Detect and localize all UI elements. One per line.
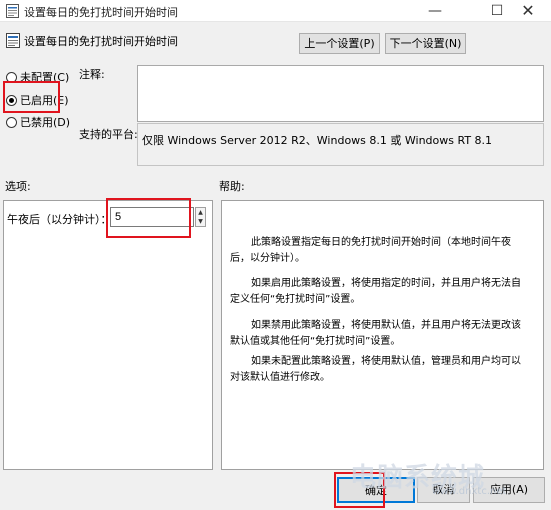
- spinner[interactable]: ▲ ▼: [195, 207, 206, 227]
- policy-setting-icon: [6, 33, 20, 48]
- highlight-enabled-box: [3, 81, 60, 113]
- help-paragraph: 此策略设置指定每日的免打扰时间开始时间（本地时间午夜后，以分钟计）。: [230, 237, 511, 264]
- close-button[interactable]: ✕: [505, 0, 551, 22]
- policy-icon: [6, 4, 19, 18]
- setting-title: 设置每日的免打扰时间开始时间: [24, 35, 178, 48]
- options-label: 选项:: [5, 180, 31, 193]
- previous-setting-button[interactable]: 上一个设置(P): [299, 33, 380, 54]
- title-bar: 设置每日的免打扰时间开始时间 — ☐ ✕: [0, 0, 551, 22]
- comment-textarea[interactable]: [137, 65, 544, 122]
- radio-label: 已禁用(D): [20, 116, 71, 129]
- next-setting-button[interactable]: 下一个设置(N): [385, 33, 466, 54]
- help-label: 帮助:: [219, 180, 245, 193]
- spin-up-icon[interactable]: ▲: [196, 208, 205, 217]
- comment-label: 注释:: [79, 68, 105, 81]
- radio-button[interactable]: [6, 116, 17, 128]
- spin-down-icon[interactable]: ▼: [196, 217, 205, 226]
- watermark-url: www.dnxtc.net: [432, 486, 507, 497]
- help-paragraph: 如果禁用此策略设置，将使用默认值，并且用户将无法更改该默认值或其他任何“免打扰时…: [230, 320, 521, 347]
- highlight-input-box: [106, 198, 191, 238]
- platform-value: 仅限 Windows Server 2012 R2、Windows 8.1 或 …: [142, 134, 493, 147]
- radio-disabled[interactable]: 已禁用(D): [6, 114, 70, 130]
- help-paragraph: 如果未配置此策略设置，将使用默认值，管理员和用户均可以对该默认值进行修改。: [230, 356, 521, 383]
- help-paragraph: 如果启用此策略设置，将使用指定的时间，并且用户将无法自定义任何“免打扰时间”设置…: [230, 278, 521, 305]
- options-panel: [3, 200, 213, 470]
- window-title: 设置每日的免打扰时间开始时间: [24, 6, 178, 19]
- platform-label: 支持的平台:: [79, 128, 138, 141]
- minutes-after-midnight-label: 午夜后（以分钟计）：: [7, 213, 112, 226]
- minimize-button[interactable]: —: [412, 0, 458, 22]
- platform-box: 仅限 Windows Server 2012 R2、Windows 8.1 或 …: [137, 123, 544, 166]
